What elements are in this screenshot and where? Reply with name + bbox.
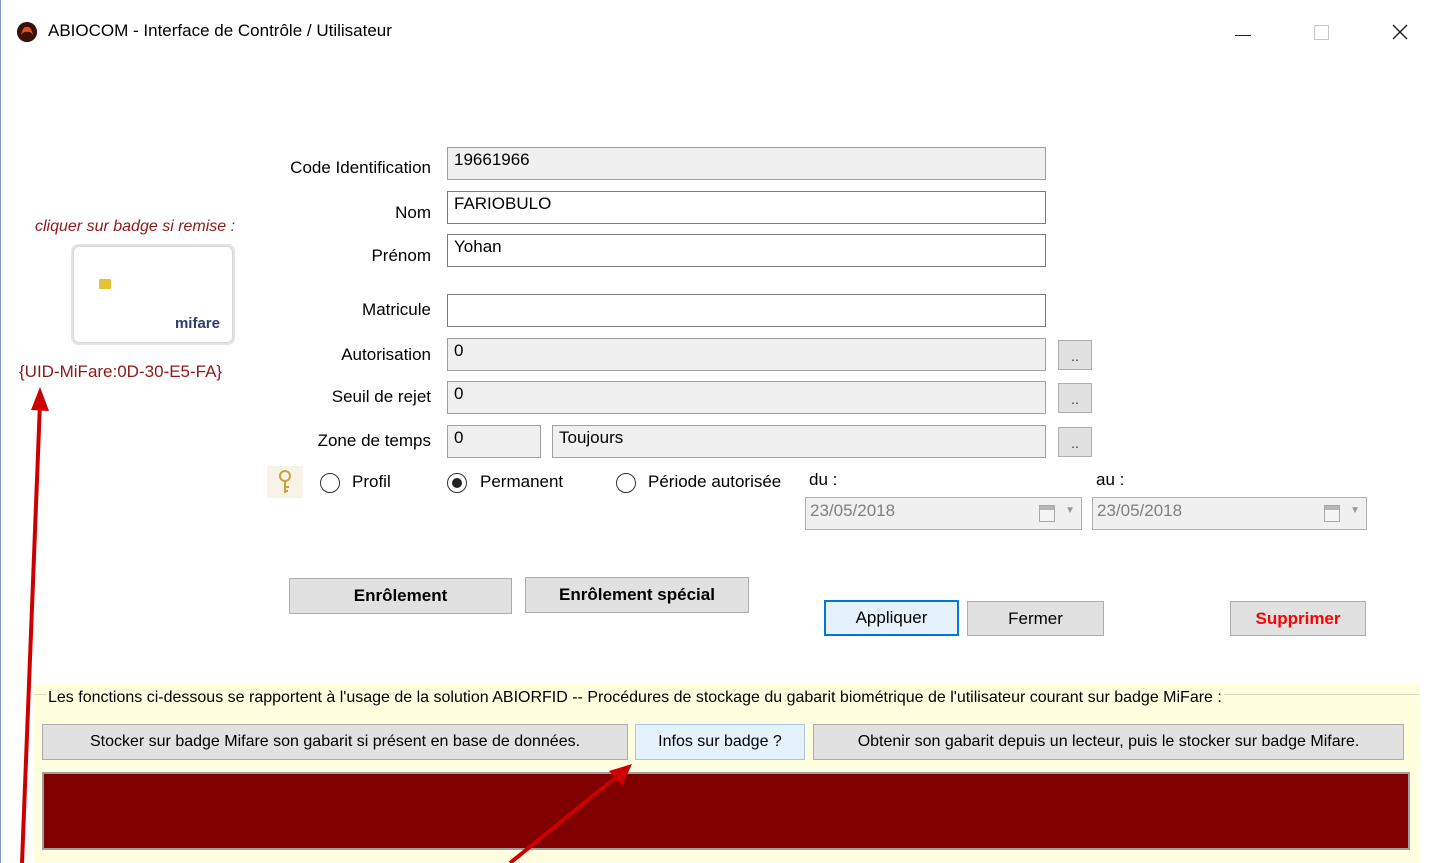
mifare-logo-text: mifare xyxy=(174,315,220,332)
radio-periode-label: Période autorisée xyxy=(648,472,782,491)
minimize-icon xyxy=(1235,34,1251,36)
radio-profil[interactable] xyxy=(320,473,340,493)
maximize-button[interactable] xyxy=(1298,14,1344,50)
minimize-button[interactable] xyxy=(1220,14,1266,50)
panel-description: Les fonctions ci-dessous se rapportent à… xyxy=(46,689,1224,707)
seuil-label: Seuil de rejet xyxy=(331,387,431,406)
du-date-picker[interactable]: 23/05/2018 ▼ xyxy=(805,497,1082,530)
maximize-icon xyxy=(1313,24,1329,40)
app-icon xyxy=(17,22,37,42)
zone-name-field[interactable]: Toujours xyxy=(552,425,1046,458)
radio-permanent-label: Permanent xyxy=(480,472,564,491)
code-field[interactable]: 19661966 xyxy=(447,147,1046,180)
radio-profil-label: Profil xyxy=(352,472,391,491)
au-date-value: 23/05/2018 xyxy=(1097,501,1183,520)
key-icon xyxy=(267,466,303,498)
au-date-picker[interactable]: 23/05/2018 ▼ xyxy=(1092,497,1367,530)
appliquer-button[interactable]: Appliquer xyxy=(824,600,959,636)
seuil-browse-button[interactable]: .. xyxy=(1058,383,1092,413)
close-button[interactable] xyxy=(1377,14,1423,50)
matricule-label: Matricule xyxy=(362,300,431,319)
chevron-down-icon: ▼ xyxy=(1065,505,1075,516)
zone-browse-button[interactable]: .. xyxy=(1058,427,1092,457)
nom-label: Nom xyxy=(395,203,431,222)
chip-icon xyxy=(99,279,111,289)
autorisation-label: Autorisation xyxy=(341,345,431,364)
radio-periode[interactable] xyxy=(616,473,636,493)
enrolement-button[interactable]: Enrôlement xyxy=(289,578,512,614)
enrolement-special-button[interactable]: Enrôlement spécial xyxy=(525,577,749,613)
du-label: du : xyxy=(809,470,838,489)
fermer-button[interactable]: Fermer xyxy=(967,601,1104,636)
close-icon xyxy=(1392,24,1408,40)
badge-info-button[interactable]: Infos sur badge ? xyxy=(635,724,805,760)
nom-field[interactable]: FARIOBULO xyxy=(447,191,1046,224)
badge-uid: {UID-MiFare:0D-30-E5-FA} xyxy=(19,362,223,381)
zone-id-field[interactable]: 0 xyxy=(447,425,541,458)
au-label: au : xyxy=(1096,470,1125,489)
status-output-area xyxy=(42,772,1410,850)
mifare-badge-button[interactable]: mifare xyxy=(71,244,235,345)
radio-permanent[interactable] xyxy=(447,473,467,493)
prenom-label: Prénom xyxy=(371,246,431,265)
store-template-button[interactable]: Stocker sur badge Mifare son gabarit si … xyxy=(42,724,628,760)
calendar-icon xyxy=(1039,505,1055,522)
du-date-value: 23/05/2018 xyxy=(810,501,896,520)
supprimer-button[interactable]: Supprimer xyxy=(1230,601,1366,636)
radio-selected-dot xyxy=(452,478,462,488)
matricule-field[interactable] xyxy=(447,294,1046,327)
user-control-window: ABIOCOM - Interface de Contrôle / Utilis… xyxy=(0,0,1447,863)
autorisation-field[interactable]: 0 xyxy=(447,338,1046,371)
chevron-down-icon: ▼ xyxy=(1350,505,1360,516)
window-title: ABIOCOM - Interface de Contrôle / Utilis… xyxy=(48,21,392,40)
badge-hint: cliquer sur badge si remise : xyxy=(35,218,236,235)
autorisation-browse-button[interactable]: .. xyxy=(1058,340,1092,370)
calendar-icon xyxy=(1324,505,1340,522)
prenom-field[interactable]: Yohan xyxy=(447,234,1046,267)
seuil-field[interactable]: 0 xyxy=(447,381,1046,414)
zone-label: Zone de temps xyxy=(317,431,431,450)
title-bar[interactable]: ABIOCOM - Interface de Contrôle / Utilis… xyxy=(1,0,1447,64)
read-and-store-button[interactable]: Obtenir son gabarit depuis un lecteur, p… xyxy=(813,724,1404,760)
code-label: Code Identification xyxy=(290,158,431,177)
